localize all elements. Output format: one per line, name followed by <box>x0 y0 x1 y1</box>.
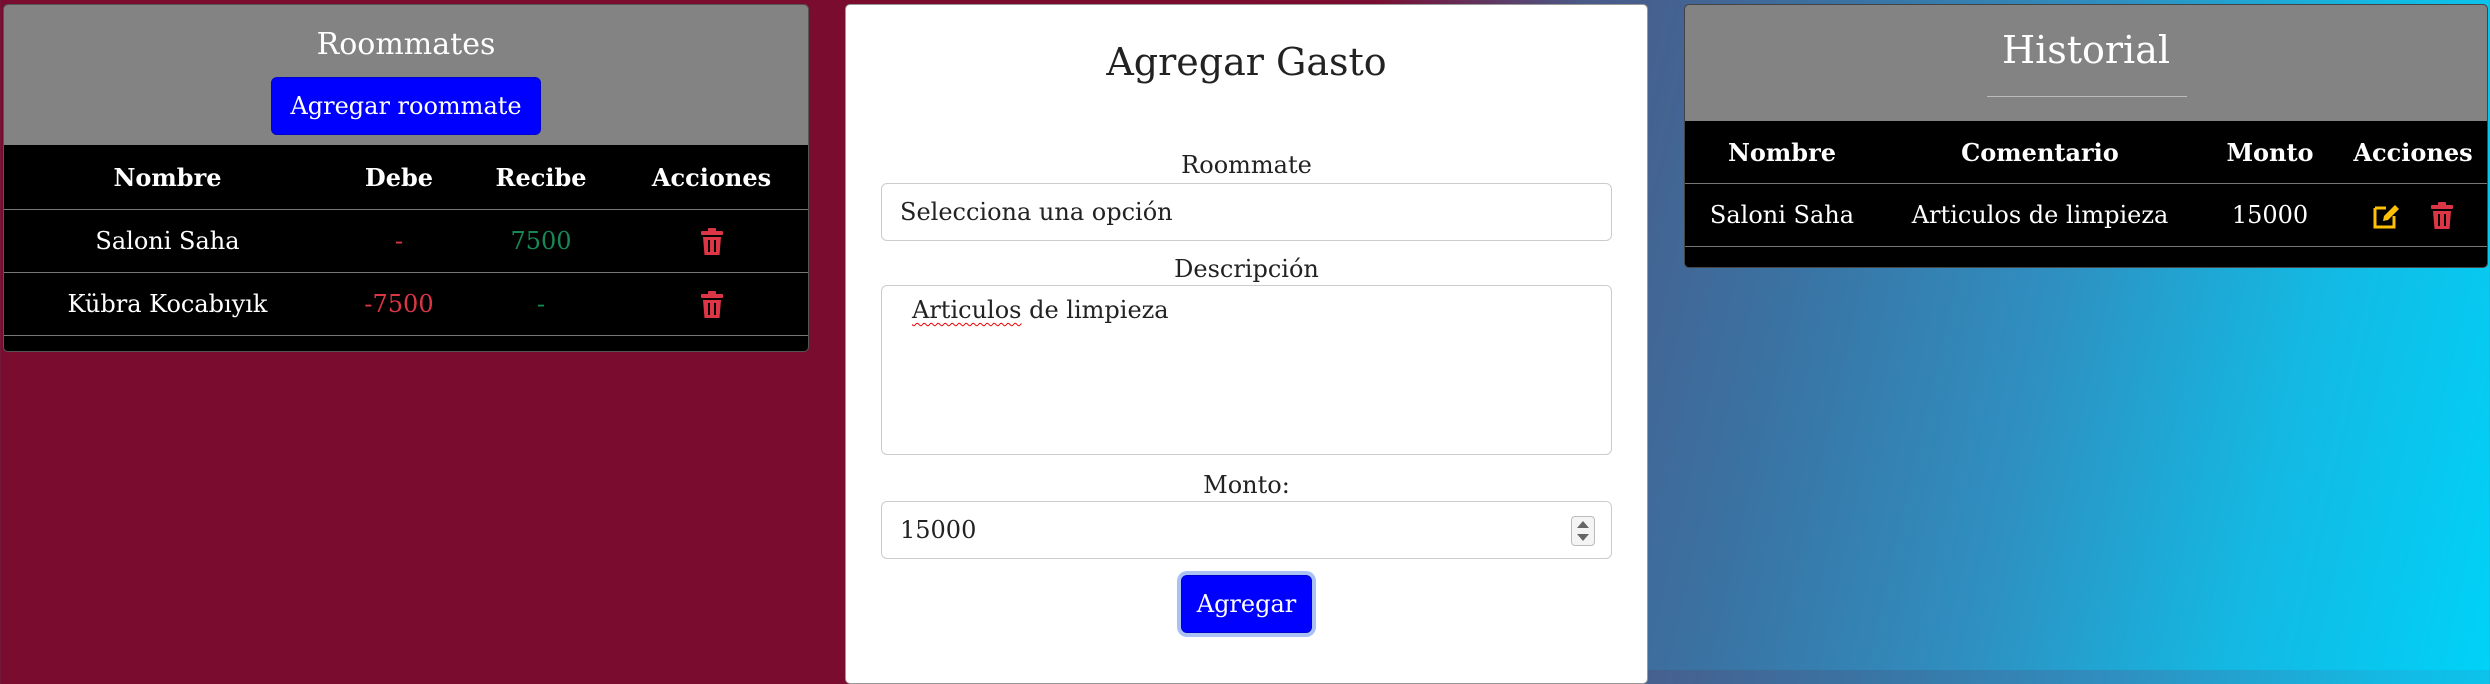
description-label: Descripción <box>1174 255 1319 283</box>
column-header-monto: Monto <box>2201 121 2339 184</box>
trash-icon[interactable] <box>700 227 724 256</box>
form-title: Agregar Gasto <box>1106 40 1387 84</box>
roommate-actions <box>615 272 808 336</box>
submit-button[interactable]: Agregar <box>1181 575 1312 633</box>
history-table: Nombre Comentario Monto Acciones Saloni … <box>1685 121 2487 247</box>
table-row: Saloni Saha Articulos de limpieza 15000 <box>1685 183 2487 247</box>
roommate-debe: - <box>331 209 467 273</box>
roommate-select[interactable]: Selecciona una opción <box>881 183 1612 241</box>
roommate-label: Roommate <box>1181 151 1312 179</box>
roommate-name: Kübra Kocabıyık <box>4 272 331 336</box>
roommate-name: Saloni Saha <box>4 209 331 273</box>
roommate-actions <box>615 209 808 273</box>
history-title: Historial <box>2001 28 2171 72</box>
column-header-acciones: Acciones <box>615 145 808 210</box>
column-header-nombre: Nombre <box>1685 121 1879 184</box>
roommates-header: Roommates Agregar roommate <box>4 5 808 145</box>
edit-icon[interactable] <box>2372 202 2400 230</box>
amount-value: 15000 <box>900 516 977 544</box>
roommate-recibe: - <box>467 272 615 336</box>
title-divider <box>1987 96 2187 97</box>
history-amount: 15000 <box>2201 183 2339 247</box>
history-header: Historial <box>1685 5 2487 121</box>
misspelled-word: Articulos <box>912 296 1022 324</box>
history-panel: Historial Nombre Comentario Monto Accion… <box>1684 4 2488 268</box>
roommates-title: Roommates <box>316 27 496 62</box>
history-name: Saloni Saha <box>1685 183 1879 247</box>
amount-label: Monto: <box>1203 471 1290 499</box>
description-text: de limpieza <box>1021 296 1169 324</box>
trash-icon[interactable] <box>2430 201 2454 230</box>
roommate-debe: -7500 <box>331 272 467 336</box>
add-expense-form: Agregar Gasto Roommate Selecciona una op… <box>845 4 1648 684</box>
number-spinner-icon[interactable] <box>1571 516 1595 546</box>
column-header-recibe: Recibe <box>467 145 615 210</box>
roommates-panel: Roommates Agregar roommate Nombre Debe R… <box>3 4 809 352</box>
column-header-debe: Debe <box>331 145 467 210</box>
roommates-table: Nombre Debe Recibe Acciones Saloni Saha … <box>4 145 808 336</box>
column-header-acciones: Acciones <box>2339 121 2487 184</box>
description-textarea[interactable]: Articulos de limpieza <box>881 285 1612 455</box>
column-header-nombre: Nombre <box>4 145 331 210</box>
history-comment: Articulos de limpieza <box>1879 183 2201 247</box>
column-header-comentario: Comentario <box>1879 121 2201 184</box>
roommate-recibe: 7500 <box>467 209 615 273</box>
add-roommate-button[interactable]: Agregar roommate <box>271 77 541 135</box>
history-actions <box>2339 183 2487 247</box>
table-row: Kübra Kocabıyık -7500 - <box>4 272 808 336</box>
amount-input[interactable]: 15000 <box>881 501 1612 559</box>
table-row: Saloni Saha - 7500 <box>4 209 808 273</box>
trash-icon[interactable] <box>700 290 724 319</box>
